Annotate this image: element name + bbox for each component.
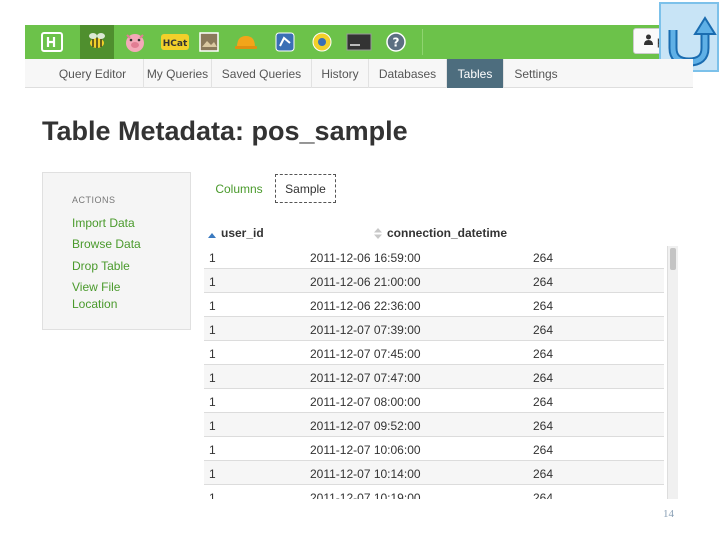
- table-row: 1 2011-12-06 21:00:00 264: [204, 269, 664, 293]
- oozie-icon[interactable]: [309, 29, 335, 55]
- cell-user-id: 1: [209, 371, 216, 385]
- import-data-link[interactable]: Import Data: [72, 215, 182, 232]
- cell-value: 264: [533, 323, 554, 337]
- table-row: 1 2011-12-07 10:19:00 264: [204, 485, 664, 499]
- slide-page-number: 14: [663, 508, 674, 520]
- tab-history[interactable]: History: [312, 59, 369, 88]
- svg-text:HCat: HCat: [163, 39, 188, 49]
- tab-tables[interactable]: Tables: [447, 59, 504, 88]
- cell-user-id: 1: [209, 299, 216, 313]
- help-icon[interactable]: ?: [383, 29, 409, 55]
- subtab-columns[interactable]: Columns: [207, 174, 271, 203]
- cell-value: 264: [533, 347, 554, 361]
- cell-datetime: 2011-12-07 10:14:00: [310, 467, 421, 481]
- cell-value: 264: [533, 467, 554, 481]
- cell-value: 264: [533, 299, 554, 313]
- table-header: user_id connection_datetime: [204, 220, 678, 245]
- table-row: 1 2011-12-07 07:45:00 264: [204, 341, 664, 365]
- job-designer-icon[interactable]: [233, 29, 259, 55]
- cell-value: 264: [533, 371, 554, 385]
- hue-logo-icon[interactable]: [39, 29, 65, 55]
- sample-table: user_id connection_datetime 1 2011-12-06…: [204, 220, 678, 499]
- cell-datetime: 2011-12-06 21:00:00: [310, 275, 421, 289]
- actions-heading: ACTIONS: [72, 195, 116, 205]
- hcat-icon[interactable]: HCat: [160, 29, 190, 55]
- cell-datetime: 2011-12-06 16:59:00: [310, 251, 421, 265]
- cell-value: 264: [533, 395, 554, 409]
- cell-datetime: 2011-12-07 10:19:00: [310, 491, 421, 499]
- table-row: 1 2011-12-06 22:36:00 264: [204, 293, 664, 317]
- cell-user-id: 1: [209, 251, 216, 265]
- browse-data-link[interactable]: Browse Data: [72, 236, 182, 253]
- table-row: 1 2011-12-07 10:06:00 264: [204, 437, 664, 461]
- cell-value: 264: [533, 491, 554, 499]
- scrollbar-thumb[interactable]: [670, 248, 676, 270]
- table-row: 1 2011-12-07 07:39:00 264: [204, 317, 664, 341]
- drop-table-link[interactable]: Drop Table: [72, 258, 182, 275]
- cell-datetime: 2011-12-06 22:36:00: [310, 299, 421, 313]
- cell-user-id: 1: [209, 467, 216, 481]
- appbar-divider: [422, 29, 423, 55]
- page-title: Table Metadata: pos_sample: [42, 116, 408, 146]
- cell-datetime: 2011-12-07 07:39:00: [310, 323, 421, 337]
- column-header-connection-datetime[interactable]: connection_datetime: [387, 226, 507, 240]
- view-file-location-link[interactable]: View File Location: [72, 279, 132, 313]
- app-bar: HCat ? pilar: [25, 25, 693, 59]
- actions-panel: ACTIONS Import Data Browse Data Drop Tab…: [42, 172, 191, 330]
- file-browser-icon[interactable]: [196, 29, 222, 55]
- cell-datetime: 2011-12-07 10:06:00: [310, 443, 421, 457]
- cell-datetime: 2011-12-07 07:45:00: [310, 347, 421, 361]
- cell-user-id: 1: [209, 275, 216, 289]
- cell-user-id: 1: [209, 347, 216, 361]
- tab-my-queries[interactable]: My Queries: [144, 59, 212, 88]
- svg-text:?: ?: [393, 36, 400, 50]
- tab-settings[interactable]: Settings: [504, 59, 568, 88]
- tab-saved-queries[interactable]: Saved Queries: [212, 59, 312, 88]
- job-browser-icon[interactable]: [272, 29, 298, 55]
- cell-value: 264: [533, 419, 554, 433]
- cell-user-id: 1: [209, 491, 216, 499]
- cell-user-id: 1: [209, 443, 216, 457]
- table-row: 1 2011-12-07 08:00:00 264: [204, 389, 664, 413]
- tab-query-editor[interactable]: Query Editor: [42, 59, 144, 88]
- cell-value: 264: [533, 443, 554, 457]
- table-row: 1 2011-12-06 16:59:00 264: [204, 245, 664, 269]
- table-scrollbar[interactable]: [667, 246, 678, 499]
- main-nav: Query Editor My Queries Saved Queries Hi…: [25, 59, 693, 88]
- beeswax-icon[interactable]: [80, 25, 114, 59]
- cell-datetime: 2011-12-07 08:00:00: [310, 395, 421, 409]
- shell-icon[interactable]: [344, 29, 374, 55]
- table-row: 1 2011-12-07 09:52:00 264: [204, 413, 664, 437]
- cell-user-id: 1: [209, 323, 216, 337]
- tab-databases[interactable]: Databases: [369, 59, 447, 88]
- cell-user-id: 1: [209, 395, 216, 409]
- table-row: 1 2011-12-07 10:14:00 264: [204, 461, 664, 485]
- cell-datetime: 2011-12-07 09:52:00: [310, 419, 421, 433]
- user-icon: [644, 34, 653, 48]
- cell-datetime: 2011-12-07 07:47:00: [310, 371, 421, 385]
- column-header-user-id[interactable]: user_id: [221, 226, 264, 240]
- sort-both-icon[interactable]: [374, 226, 382, 244]
- cell-value: 264: [533, 251, 554, 265]
- subtab-sample[interactable]: Sample: [275, 174, 336, 203]
- sort-asc-icon[interactable]: [208, 227, 216, 245]
- cell-value: 264: [533, 275, 554, 289]
- pig-icon[interactable]: [122, 29, 148, 55]
- table-row: 1 2011-12-07 07:47:00 264: [204, 365, 664, 389]
- cell-user-id: 1: [209, 419, 216, 433]
